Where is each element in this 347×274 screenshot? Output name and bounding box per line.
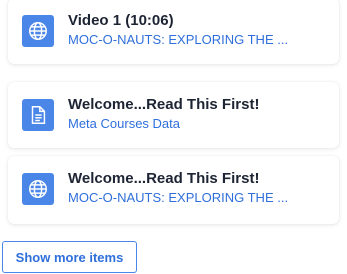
globe-icon [22, 15, 54, 47]
globe-icon [22, 173, 54, 205]
item-title: Video 1 (10:06) [68, 12, 174, 29]
item-subtitle: Meta Courses Data [68, 116, 180, 131]
document-icon [22, 99, 54, 131]
item-title: Welcome...Read This First! [68, 96, 260, 113]
list-item[interactable]: Video 1 (10:06) MOC-O-NAUTS: EXPLORING T… [8, 0, 339, 64]
item-subtitle: MOC-O-NAUTS: EXPLORING THE ... [68, 190, 289, 205]
content-list-panel: Video 1 (10:06) MOC-O-NAUTS: EXPLORING T… [0, 0, 347, 274]
list-item[interactable]: Welcome...Read This First! Meta Courses … [8, 82, 339, 148]
list-item[interactable]: Welcome...Read This First! MOC-O-NAUTS: … [8, 156, 339, 224]
show-more-button[interactable]: Show more items [2, 241, 137, 273]
item-text: Video 1 (10:06) MOC-O-NAUTS: EXPLORING T… [68, 12, 327, 48]
item-text: Welcome...Read This First! Meta Courses … [68, 96, 327, 132]
item-title: Welcome...Read This First! [68, 170, 260, 187]
item-subtitle: MOC-O-NAUTS: EXPLORING THE ... [68, 32, 289, 47]
item-text: Welcome...Read This First! MOC-O-NAUTS: … [68, 170, 327, 206]
